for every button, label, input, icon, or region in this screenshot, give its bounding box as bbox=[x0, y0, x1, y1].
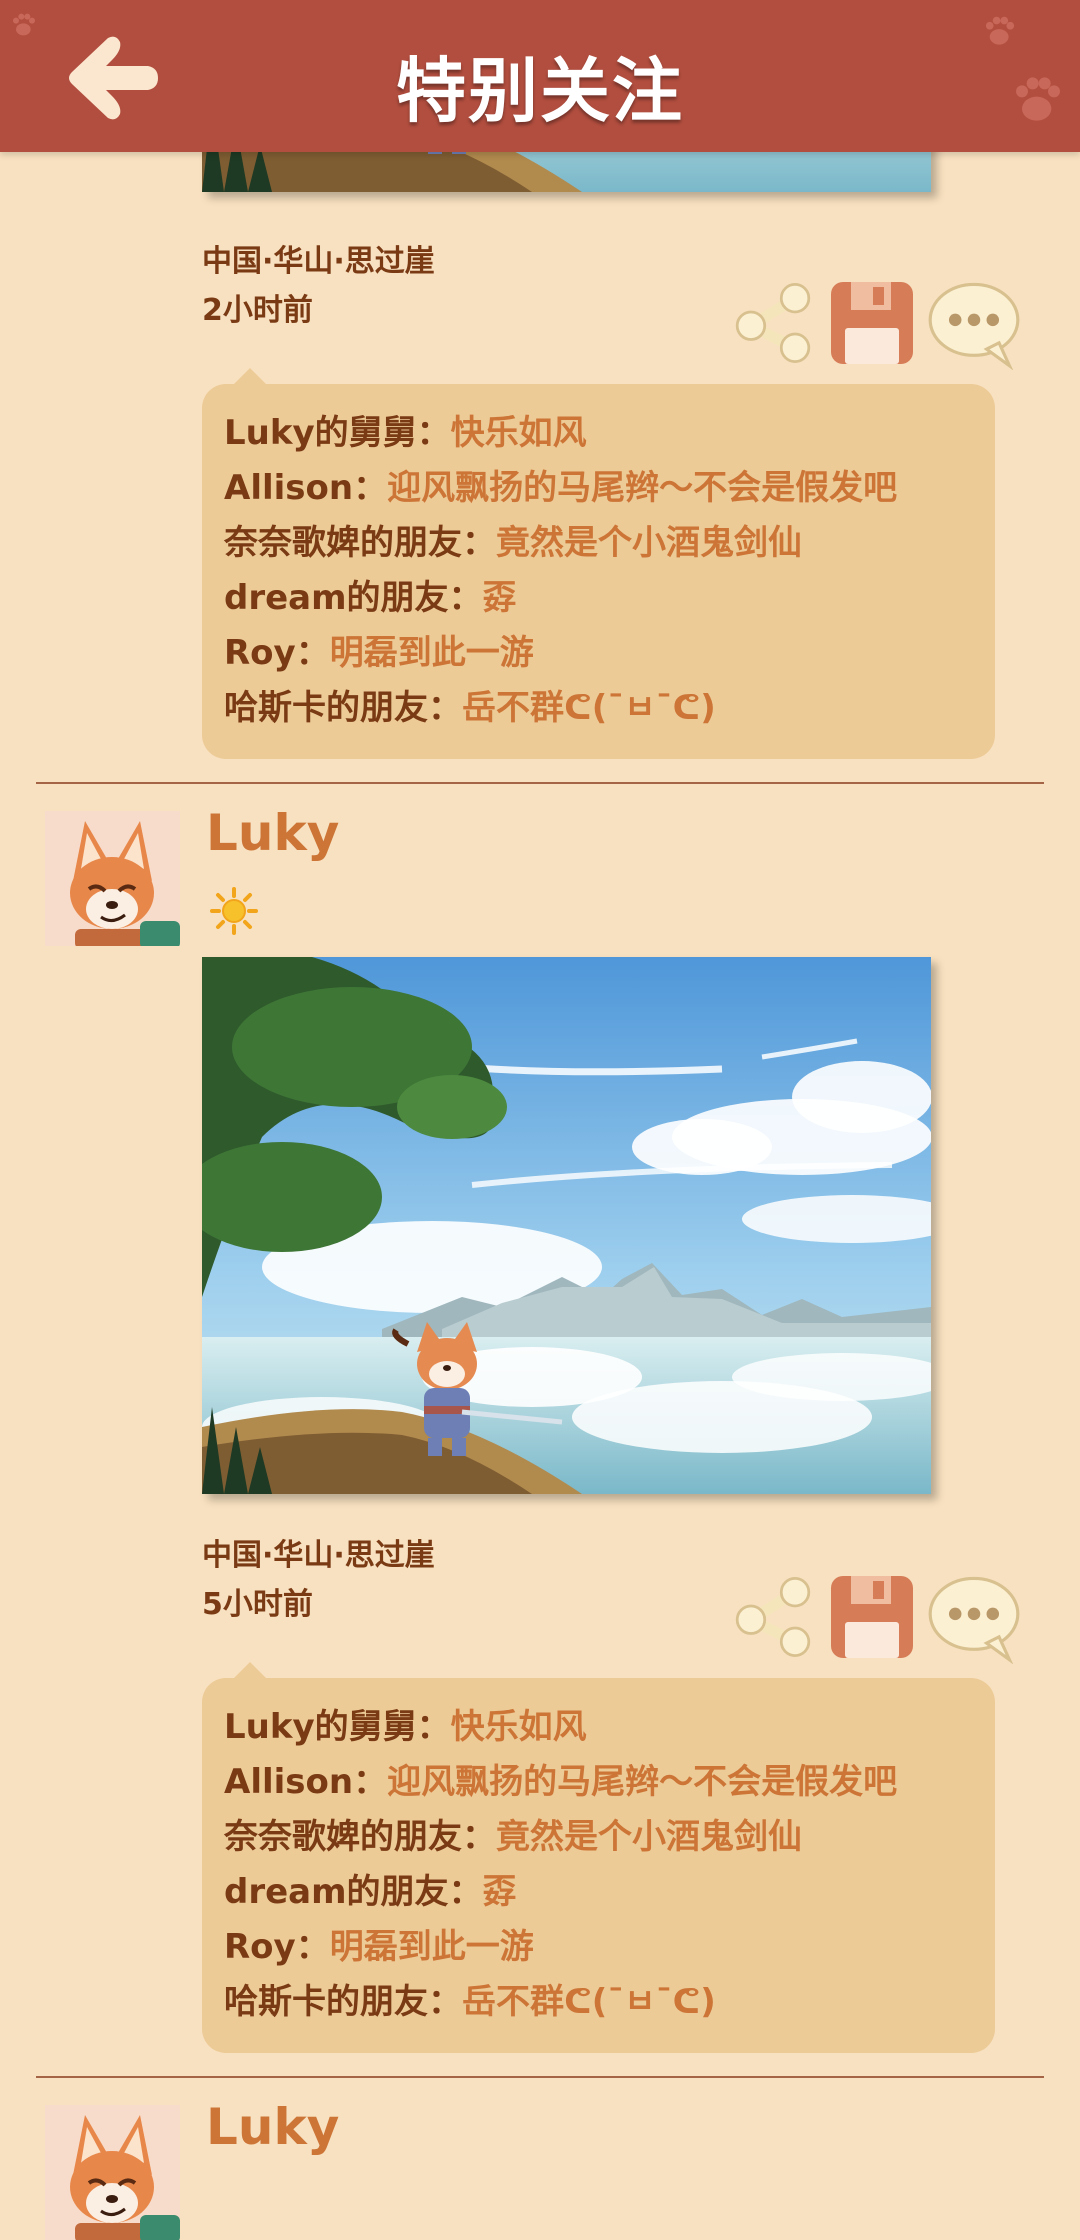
comment-author: 奈奈歌婢的朋友： bbox=[224, 1817, 496, 1857]
paw-print-icon bbox=[985, 16, 1015, 45]
comment-author: Allison： bbox=[224, 468, 388, 508]
username[interactable]: Luky bbox=[206, 804, 339, 862]
post-location: 中国·华山·思过崖 bbox=[202, 1538, 435, 1573]
comment-button[interactable] bbox=[926, 1570, 1020, 1662]
comment-text: 孬 bbox=[482, 1872, 517, 1912]
comment-author: Luky的舅舅： bbox=[224, 413, 451, 453]
username[interactable]: Luky bbox=[206, 2098, 339, 2156]
avatar[interactable] bbox=[45, 811, 180, 946]
comment-box: Luky的舅舅：快乐如风 Allison：迎风飘扬的马尾辫～不会是假发吧 奈奈歌… bbox=[202, 368, 995, 759]
save-button[interactable] bbox=[827, 1572, 917, 1662]
comment-line[interactable]: Roy：明磊到此一游 bbox=[224, 1920, 975, 1975]
comment-text: 竟然是个小酒鬼剑仙 bbox=[496, 523, 802, 563]
page-title: 特别关注 bbox=[396, 50, 684, 132]
share-icon bbox=[728, 278, 818, 368]
comment-line[interactable]: 哈斯卡的朋友：岳不群ᕦ(¯ㅂ¯ᕦ) bbox=[224, 681, 975, 736]
comment-text: 明磊到此一游 bbox=[329, 1927, 534, 1967]
comment-line[interactable]: dream的朋友：孬 bbox=[224, 571, 975, 626]
comment-line[interactable]: Allison：迎风飘扬的马尾辫～不会是假发吧 bbox=[224, 1755, 975, 1810]
fox-avatar-image bbox=[45, 811, 180, 946]
comment-line[interactable]: Luky的舅舅：快乐如风 bbox=[224, 406, 975, 461]
comment-box-notch bbox=[232, 1662, 268, 1680]
feed[interactable]: 中国·华山·思过崖 2小时前 Luky的舅舅：快乐如风 Allison：迎风飘扬… bbox=[0, 0, 1080, 2240]
comment-text: 岳不群ᕦ(¯ㅂ¯ᕦ) bbox=[462, 1982, 716, 2022]
comment-line[interactable]: Luky的舅舅：快乐如风 bbox=[224, 1700, 975, 1755]
save-icon bbox=[831, 282, 913, 364]
comment-author: 哈斯卡的朋友： bbox=[224, 1982, 462, 2022]
comment-author: Allison： bbox=[224, 1762, 388, 1802]
comment-line[interactable]: 奈奈歌婢的朋友：竟然是个小酒鬼剑仙 bbox=[224, 516, 975, 571]
comment-text: 岳不群ᕦ(¯ㅂ¯ᕦ) bbox=[462, 688, 716, 728]
save-button[interactable] bbox=[827, 278, 917, 368]
comment-text: 迎风飘扬的马尾辫～不会是假发吧 bbox=[387, 1762, 898, 1802]
comment-text: 快乐如风 bbox=[450, 1707, 587, 1747]
comment-line[interactable]: dream的朋友：孬 bbox=[224, 1865, 975, 1920]
fox-avatar-image bbox=[45, 2105, 180, 2240]
comment-author: dream的朋友： bbox=[224, 578, 483, 618]
paw-print-icon bbox=[13, 13, 35, 36]
post-time: 2小时前 bbox=[202, 293, 313, 328]
comment-button[interactable] bbox=[926, 276, 1020, 368]
post-location: 中国·华山·思过崖 bbox=[202, 244, 435, 279]
comment-text: 迎风飘扬的马尾辫～不会是假发吧 bbox=[387, 468, 898, 508]
post-image[interactable] bbox=[202, 957, 931, 1494]
comment-author: 奈奈歌婢的朋友： bbox=[224, 523, 496, 563]
comment-text: 竟然是个小酒鬼剑仙 bbox=[496, 1817, 802, 1857]
comment-text: 明磊到此一游 bbox=[329, 633, 534, 673]
share-button[interactable] bbox=[728, 278, 818, 368]
post-divider bbox=[36, 782, 1044, 784]
comment-author: Luky的舅舅： bbox=[224, 1707, 451, 1747]
comment-line[interactable]: 奈奈歌婢的朋友：竟然是个小酒鬼剑仙 bbox=[224, 1810, 975, 1865]
share-button[interactable] bbox=[728, 1572, 818, 1662]
post-time: 5小时前 bbox=[202, 1587, 313, 1622]
paw-print-icon bbox=[1016, 77, 1060, 121]
comment-text: 孬 bbox=[482, 578, 517, 618]
comment-box: Luky的舅舅：快乐如风 Allison：迎风飘扬的马尾辫～不会是假发吧 奈奈歌… bbox=[202, 1662, 995, 2053]
comment-author: Roy： bbox=[224, 1927, 330, 1967]
share-icon bbox=[728, 1572, 818, 1662]
comment-author: dream的朋友： bbox=[224, 1872, 483, 1912]
comment-text: 快乐如风 bbox=[450, 413, 587, 453]
header-bar: 特别关注 bbox=[0, 0, 1080, 152]
comment-line[interactable]: Roy：明磊到此一游 bbox=[224, 626, 975, 681]
comment-icon bbox=[928, 1576, 1020, 1662]
comment-author: 哈斯卡的朋友： bbox=[224, 688, 462, 728]
avatar[interactable] bbox=[45, 2105, 180, 2240]
post-divider bbox=[36, 2076, 1044, 2078]
sun-icon bbox=[210, 887, 258, 935]
save-icon bbox=[831, 1576, 913, 1658]
comment-author: Roy： bbox=[224, 633, 330, 673]
post-image-illustration bbox=[202, 957, 931, 1494]
comment-line[interactable]: Allison：迎风飘扬的马尾辫～不会是假发吧 bbox=[224, 461, 975, 516]
comment-box-notch bbox=[232, 368, 268, 386]
comment-icon bbox=[928, 282, 1020, 368]
comment-line[interactable]: 哈斯卡的朋友：岳不群ᕦ(¯ㅂ¯ᕦ) bbox=[224, 1975, 975, 2030]
